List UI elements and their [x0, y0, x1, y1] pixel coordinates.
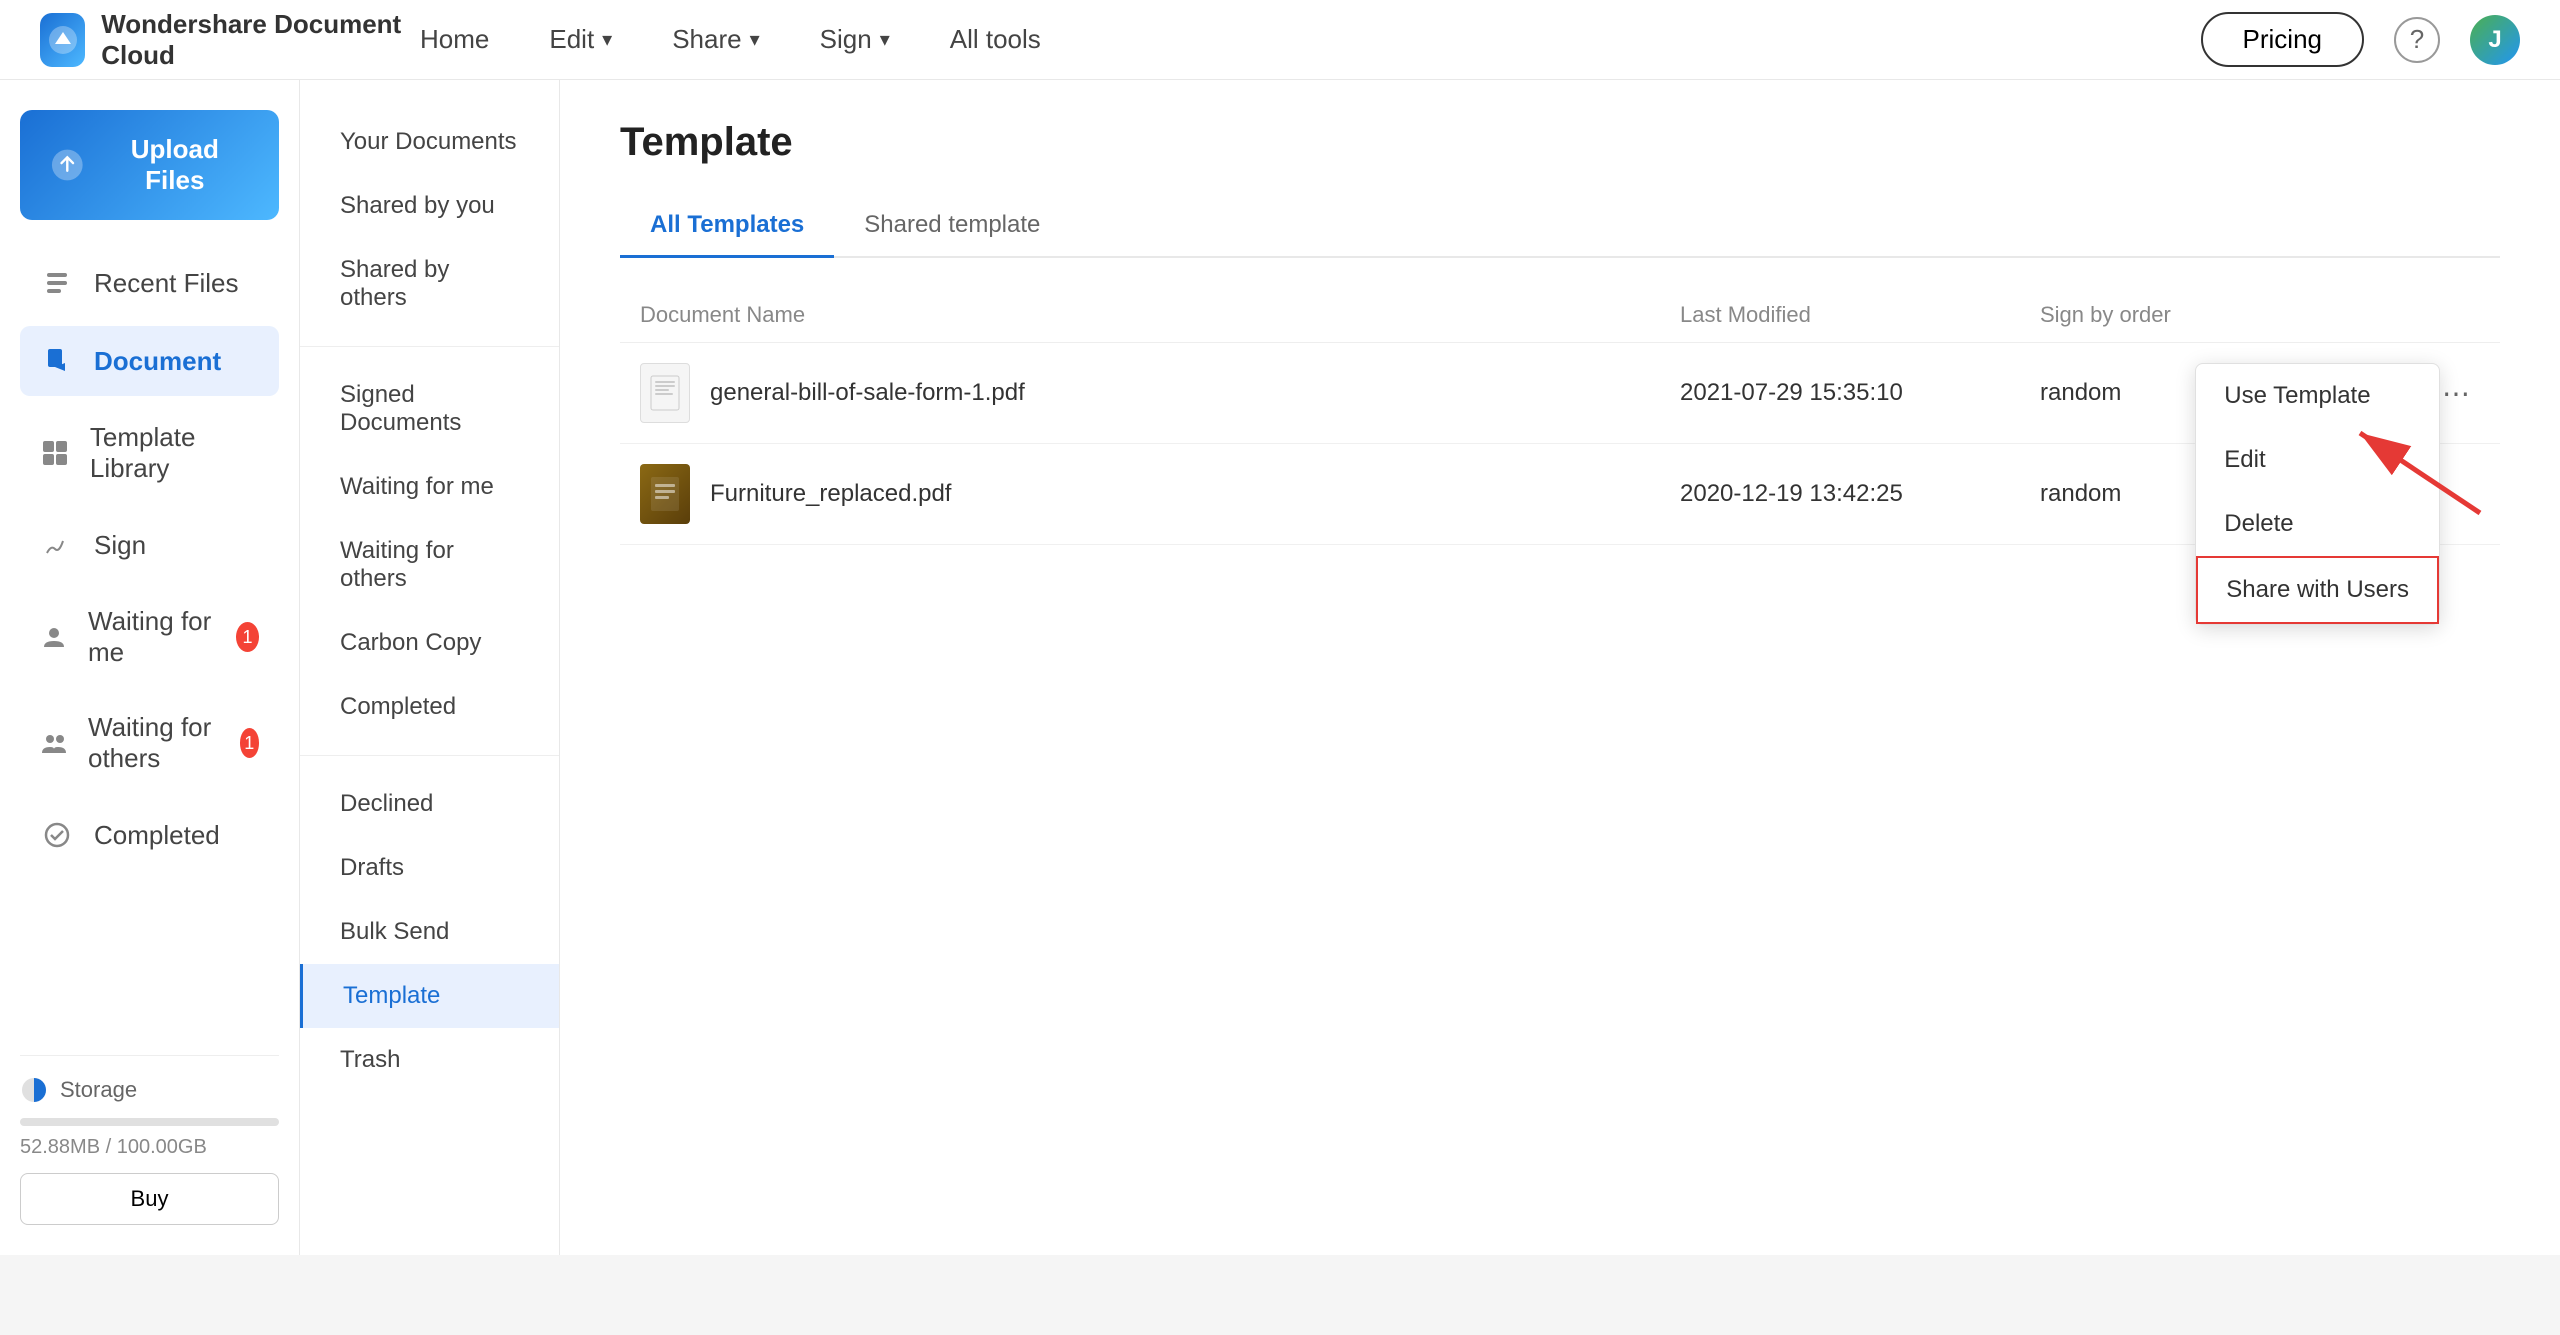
upload-icon — [50, 147, 85, 183]
mid-sidebar: Your Documents Shared by you Shared by o… — [300, 80, 560, 1255]
col-sign-by-order: Sign by order — [2040, 302, 2400, 328]
storage-section: Storage 52.88MB / 100.00GB Buy — [20, 1055, 279, 1225]
mid-waiting-for-others[interactable]: Waiting for others — [300, 519, 559, 611]
storage-bar — [20, 1118, 279, 1126]
main-content: Template All Templates Shared template D… — [560, 80, 2560, 1255]
waiting-me-icon — [40, 620, 68, 654]
waiting-for-others-badge: 1 — [240, 728, 259, 758]
waiting-others-icon — [40, 726, 68, 760]
mid-signed-documents[interactable]: Signed Documents — [300, 363, 559, 455]
avatar[interactable]: J — [2470, 15, 2520, 65]
page-title: Template — [620, 120, 2500, 165]
context-menu-share-with-users[interactable]: Share with Users — [2196, 556, 2439, 624]
logo-icon — [40, 13, 85, 67]
nav-edit[interactable]: Edit ▾ — [549, 24, 612, 55]
doc-name-2: Furniture_replaced.pdf — [710, 480, 951, 508]
template-library-icon — [40, 436, 70, 470]
sidebar-item-sign[interactable]: Sign — [20, 510, 279, 580]
completed-icon — [40, 818, 74, 852]
top-nav: Wondershare Document Cloud Home Edit ▾ S… — [0, 0, 2560, 80]
sidebar-item-waiting-for-me[interactable]: Waiting for me 1 — [20, 588, 279, 686]
nav-share[interactable]: Share ▾ — [672, 24, 759, 55]
mid-divider-2 — [300, 755, 559, 756]
context-menu-delete[interactable]: Delete — [2196, 492, 2439, 556]
doc-info-2: Furniture_replaced.pdf — [640, 464, 1680, 524]
doc-info-1: general-bill-of-sale-form-1.pdf — [640, 363, 1680, 423]
storage-label: Storage — [20, 1076, 279, 1104]
sidebar-item-document[interactable]: Document — [20, 326, 279, 396]
mid-drafts[interactable]: Drafts — [300, 836, 559, 900]
col-doc-name: Document Name — [640, 302, 1680, 328]
sidebar-item-template-library[interactable]: Template Library — [20, 404, 279, 502]
mid-shared-by-you[interactable]: Shared by you — [300, 174, 559, 238]
nav-home[interactable]: Home — [420, 24, 489, 55]
nav-links: Home Edit ▾ Share ▾ Sign ▾ All tools — [420, 24, 2201, 55]
mid-waiting-for-me[interactable]: Waiting for me — [300, 455, 559, 519]
tabs: All Templates Shared template — [620, 195, 2500, 258]
edit-chevron-icon: ▾ — [602, 27, 612, 52]
nav-right: Pricing ? J — [2201, 12, 2520, 67]
nav-sign[interactable]: Sign ▾ — [820, 24, 890, 55]
sidebar-item-recent-files[interactable]: Recent Files — [20, 248, 279, 318]
pricing-button[interactable]: Pricing — [2201, 12, 2364, 67]
recent-files-icon — [40, 266, 74, 300]
context-menu-edit[interactable]: Edit — [2196, 428, 2439, 492]
sign-icon — [40, 528, 74, 562]
logo-area: Wondershare Document Cloud — [40, 9, 420, 71]
mid-declined[interactable]: Declined — [300, 772, 559, 836]
table-header: Document Name Last Modified Sign by orde… — [620, 288, 2500, 343]
doc-modified-1: 2021-07-29 15:35:10 — [1680, 379, 2040, 407]
doc-modified-2: 2020-12-19 13:42:25 — [1680, 480, 2040, 508]
mid-template[interactable]: Template — [300, 964, 559, 1028]
nav-all-tools[interactable]: All tools — [950, 24, 1041, 55]
col-last-modified: Last Modified — [1680, 302, 2040, 328]
app-name: Wondershare Document Cloud — [101, 9, 420, 71]
buy-button[interactable]: Buy — [20, 1173, 279, 1225]
table-row: general-bill-of-sale-form-1.pdf 2021-07-… — [620, 343, 2500, 444]
waiting-for-me-badge: 1 — [236, 622, 259, 652]
storage-pie-icon — [20, 1076, 48, 1104]
mid-bulk-send[interactable]: Bulk Send — [300, 900, 559, 964]
sidebar-item-waiting-for-others[interactable]: Waiting for others 1 — [20, 694, 279, 792]
mid-divider-1 — [300, 346, 559, 347]
mid-carbon-copy[interactable]: Carbon Copy — [300, 611, 559, 675]
tab-all-templates[interactable]: All Templates — [620, 195, 834, 258]
context-menu: Use Template Edit Delete Share with User… — [2195, 363, 2440, 625]
mid-shared-by-others[interactable]: Shared by others — [300, 238, 559, 330]
doc-thumbnail-1 — [640, 363, 690, 423]
left-sidebar: Upload Files Recent Files Document Templ… — [0, 80, 300, 1255]
main-layout: Upload Files Recent Files Document Templ… — [0, 80, 2560, 1255]
col-actions — [2400, 302, 2480, 328]
sidebar-item-completed[interactable]: Completed — [20, 800, 279, 870]
storage-text: 52.88MB / 100.00GB — [20, 1136, 279, 1159]
tab-shared-template[interactable]: Shared template — [834, 195, 1070, 258]
upload-button[interactable]: Upload Files — [20, 110, 279, 220]
doc-thumbnail-2 — [640, 464, 690, 524]
doc-name-1: general-bill-of-sale-form-1.pdf — [710, 379, 1025, 407]
sign-chevron-icon: ▾ — [880, 27, 890, 52]
context-menu-use-template[interactable]: Use Template — [2196, 364, 2439, 428]
document-icon — [40, 344, 74, 378]
mid-trash[interactable]: Trash — [300, 1028, 559, 1092]
mid-your-documents[interactable]: Your Documents — [300, 110, 559, 174]
mid-completed[interactable]: Completed — [300, 675, 559, 739]
share-chevron-icon: ▾ — [750, 27, 760, 52]
help-icon[interactable]: ? — [2394, 17, 2440, 63]
